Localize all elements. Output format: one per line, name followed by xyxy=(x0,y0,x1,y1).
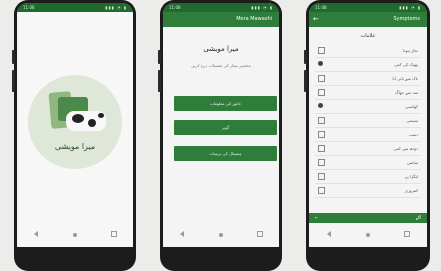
radio-filled-icon[interactable] xyxy=(318,61,323,66)
list-item[interactable]: دست xyxy=(315,128,421,142)
back-nav-icon[interactable] xyxy=(31,231,41,239)
recents-nav-icon[interactable] xyxy=(402,231,412,239)
status-icons: ▮▮▮ ◔ ▮ xyxy=(399,5,421,10)
back-arrow-icon[interactable]: ← xyxy=(313,12,319,27)
list-item[interactable]: لنگڑا پن xyxy=(315,170,421,184)
status-bar: 11:08 ▮▮▮ ◔ ▮ xyxy=(163,3,279,12)
dung-button[interactable]: گوبر xyxy=(174,120,277,135)
splash-screen: 11:08 ▮▮▮ ◔ ▮ میرا مویشی xyxy=(17,3,133,247)
nav-bar xyxy=(163,223,279,247)
menu-screen: 11:08 ▮▮▮ ◔ ▮ Mera Mawashi میرا مویشی مخ… xyxy=(163,3,279,247)
section-header: علامات xyxy=(360,33,376,39)
checkbox-icon[interactable] xyxy=(318,131,325,138)
checkbox-icon[interactable] xyxy=(318,89,325,96)
animal-info-button[interactable]: جانور کی معلومات xyxy=(174,96,277,111)
radio-filled-icon[interactable] xyxy=(318,103,323,108)
brand-text: میرا مویشی xyxy=(54,142,96,151)
status-time: 11:08 xyxy=(315,5,327,10)
home-nav-icon[interactable] xyxy=(70,232,80,239)
checkbox-icon[interactable] xyxy=(318,159,325,166)
home-nav-icon[interactable] xyxy=(363,232,373,239)
recents-nav-icon[interactable] xyxy=(255,231,265,239)
app-logo: میرا مویشی xyxy=(28,75,122,169)
list-item[interactable]: کھانسی xyxy=(315,100,421,114)
footer-next-button[interactable]: آگے xyxy=(416,213,421,223)
phone-symptoms: 11:08 ▮▮▮ ◔ ▮ ← Symptoms علامات بخار ہون… xyxy=(304,0,430,271)
list-item[interactable]: بھوک کی کمی xyxy=(315,58,421,72)
status-icons: ▮▮▮ ◔ ▮ xyxy=(251,5,273,10)
back-nav-icon[interactable] xyxy=(177,231,187,239)
status-time: 11:08 xyxy=(23,5,35,10)
cow-icon xyxy=(66,111,106,131)
nav-bar xyxy=(309,223,427,247)
footer-bar: ← آگے xyxy=(309,213,427,223)
checkbox-icon[interactable] xyxy=(318,173,325,180)
list-item[interactable]: دودھ میں کمی xyxy=(315,142,421,156)
status-bar: 11:08 ▮▮▮ ◔ ▮ xyxy=(17,3,133,12)
footer-back-button[interactable]: ← xyxy=(315,213,318,223)
checkbox-icon[interactable] xyxy=(318,187,325,194)
list-item[interactable]: کمزوری xyxy=(315,184,421,198)
list-item[interactable]: سستی xyxy=(315,114,421,128)
phone-menu: 11:08 ▮▮▮ ◔ ▮ Mera Mawashi میرا مویشی مخ… xyxy=(158,0,282,271)
list-item[interactable]: منہ سے جھاگ xyxy=(315,86,421,100)
appbar-title: Symptoms xyxy=(393,16,420,22)
checkbox-icon[interactable] xyxy=(318,145,325,152)
home-nav-icon[interactable] xyxy=(216,232,226,239)
back-nav-icon[interactable] xyxy=(324,231,334,239)
symptoms-screen: 11:08 ▮▮▮ ◔ ▮ ← Symptoms علامات بخار ہون… xyxy=(309,3,427,247)
page-title: میرا مویشی xyxy=(203,45,239,53)
status-time: 11:08 xyxy=(169,5,181,10)
checkbox-icon[interactable] xyxy=(318,47,325,54)
phone-splash: 11:08 ▮▮▮ ◔ ▮ میرا مویشی xyxy=(12,0,136,271)
status-icons: ▮▮▮ ◔ ▮ xyxy=(105,5,127,10)
app-bar: Mera Mawashi xyxy=(163,12,279,27)
list-item[interactable]: سانس xyxy=(315,156,421,170)
recents-nav-icon[interactable] xyxy=(109,231,119,239)
checkbox-icon[interactable] xyxy=(318,117,325,124)
nav-bar xyxy=(17,223,133,247)
list-item[interactable]: ناک سے پانی آنا xyxy=(315,72,421,86)
app-bar: ← Symptoms xyxy=(309,12,427,27)
status-bar: 11:08 ▮▮▮ ◔ ▮ xyxy=(309,3,427,12)
appbar-title: Mera Mawashi xyxy=(236,16,272,22)
page-subtitle: مختصر بیمار کی تفصیلات درج کریں xyxy=(191,63,251,68)
hospital-settings-button[interactable]: ہسپتال کی ترتیبات xyxy=(174,146,277,161)
list-item[interactable]: بخار ہونا xyxy=(315,44,421,58)
checkbox-icon[interactable] xyxy=(318,75,325,82)
